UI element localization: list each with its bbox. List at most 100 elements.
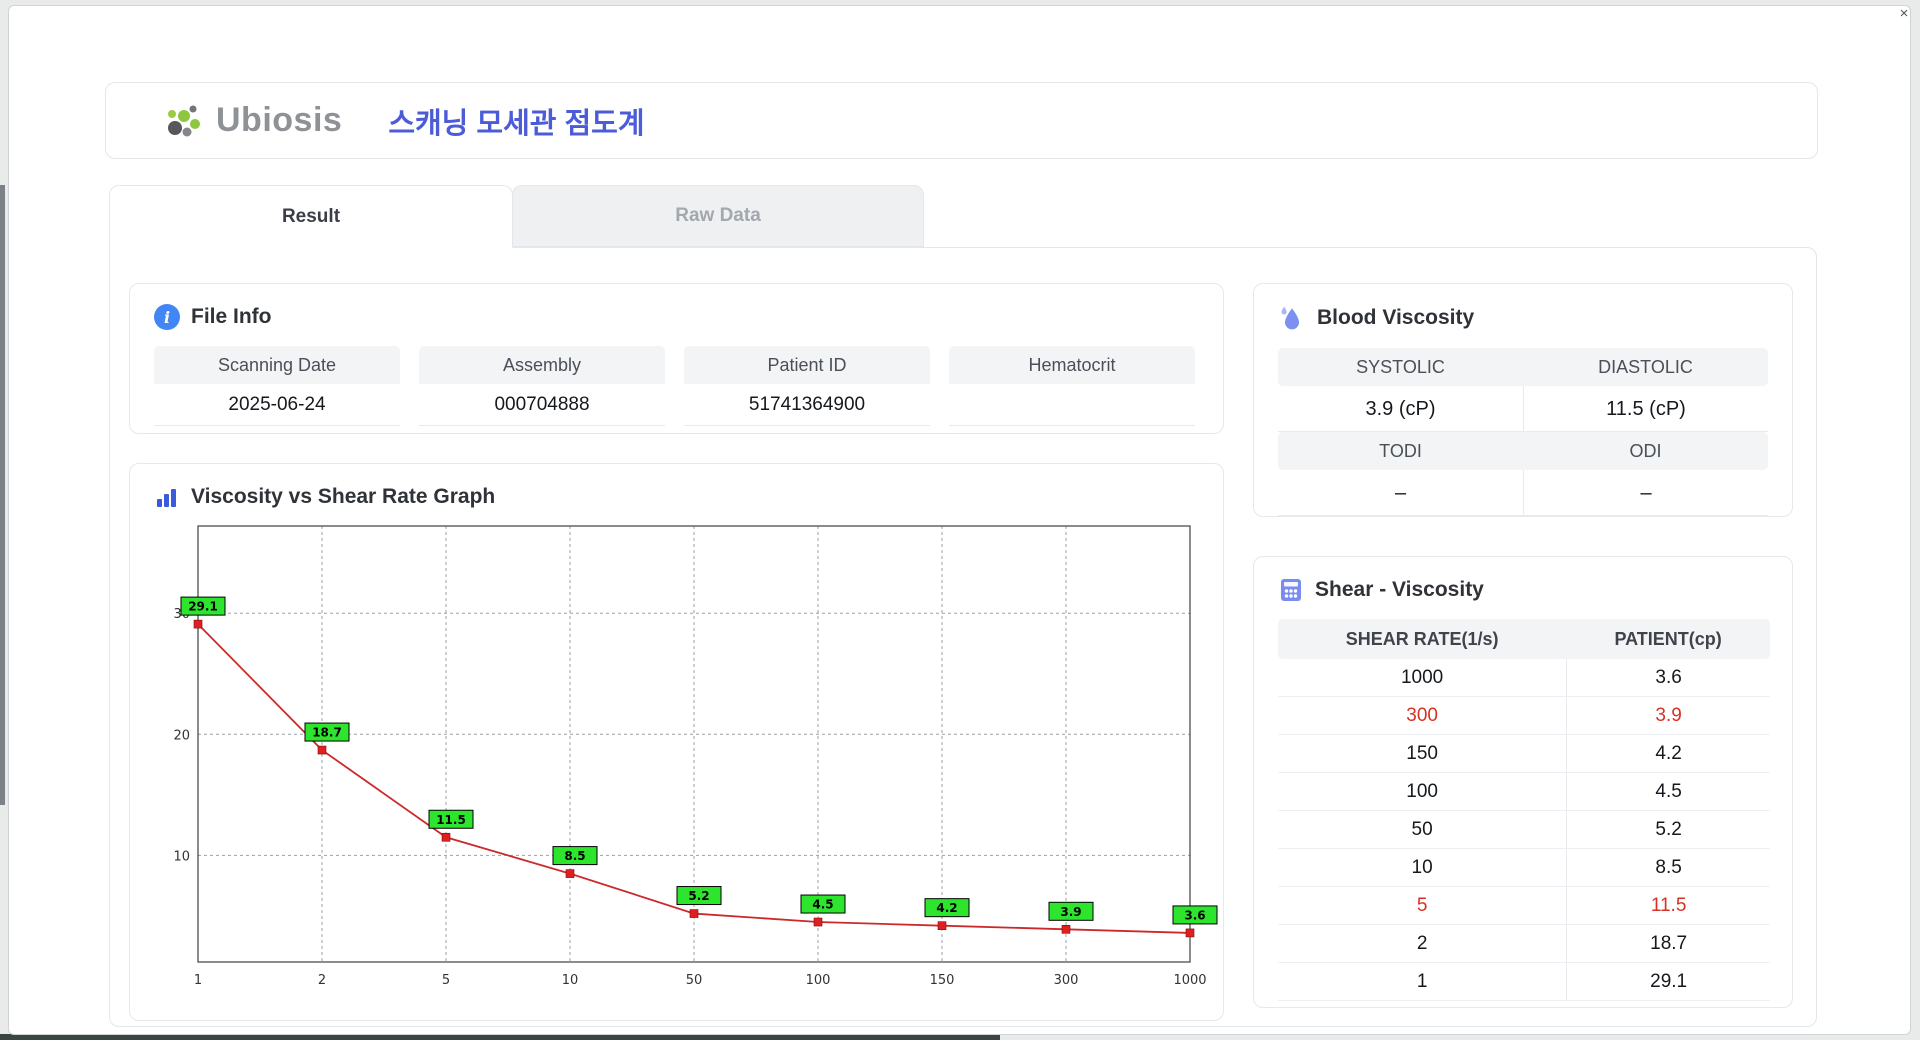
bv-header-row: SYSTOLIC DIASTOLIC — [1278, 348, 1768, 386]
patient-cell: 11.5 — [1566, 887, 1770, 925]
column-header: PATIENT(cp) — [1566, 619, 1770, 659]
field-label: Patient ID — [684, 346, 930, 384]
svg-text:8.5: 8.5 — [564, 849, 585, 863]
field-value: 51741364900 — [684, 384, 930, 426]
logo-text: Ubiosis — [216, 101, 343, 139]
header: Ubiosis 스캐닝 모세관 점도계 — [105, 82, 1818, 159]
tab-result[interactable]: Result — [109, 185, 513, 248]
svg-text:4.2: 4.2 — [936, 901, 957, 915]
bv-header-cell: DIASTOLIC — [1598, 357, 1693, 377]
shear-cell: 100 — [1278, 773, 1567, 811]
blood-viscosity-card: Blood Viscosity SYSTOLIC DIASTOLIC 3.9 (cP… — [1253, 283, 1793, 517]
patient-cell: 8.5 — [1566, 849, 1770, 887]
svg-text:5: 5 — [442, 973, 450, 988]
patient-cell: 3.9 — [1566, 697, 1770, 735]
blood-viscosity-grid: SYSTOLIC DIASTOLIC 3.9 (cP) 11.5 (cP) TODI OD… — [1278, 348, 1768, 516]
svg-text:100: 100 — [806, 973, 831, 988]
table-header-row: SHEAR RATE(1/s) PATIENT(cp) — [1278, 619, 1770, 659]
file-info-field: Patient ID 51741364900 — [684, 346, 930, 426]
table-row: 1000 3.6 — [1278, 659, 1770, 697]
shear-cell: 10 — [1278, 849, 1567, 887]
svg-text:11.5: 11.5 — [436, 813, 466, 827]
field-label: Scanning Date — [154, 346, 400, 384]
file-info-field: Assembly 000704888 — [419, 346, 665, 426]
file-info-field: Scanning Date 2025-06-24 — [154, 346, 400, 426]
shear-cell: 50 — [1278, 811, 1567, 849]
graph-title: Viscosity vs Shear Rate Graph — [191, 485, 496, 508]
table-row: 10 8.5 — [1278, 849, 1770, 887]
field-value — [949, 384, 1195, 426]
app-window: Ubiosis 스캐닝 모세관 점도계 Result Raw Data i Fi… — [8, 5, 1911, 1035]
file-info-title-row: i File Info — [154, 304, 1223, 330]
table-row: 2 18.7 — [1278, 925, 1770, 963]
patient-cell: 5.2 — [1566, 811, 1770, 849]
shear-viscosity-title: Shear - Viscosity — [1315, 578, 1484, 601]
bv-value-cell: 3.9 (cP) — [1278, 386, 1523, 432]
page-title: 스캐닝 모세관 점도계 — [388, 107, 645, 140]
graph-title-row: Viscosity vs Shear Rate Graph — [154, 484, 1223, 510]
field-label: Hematocrit — [949, 346, 1195, 384]
patient-cell: 4.2 — [1566, 735, 1770, 773]
bv-header-cell: ODI — [1629, 441, 1662, 461]
svg-text:3.6: 3.6 — [1184, 908, 1205, 922]
tab-bar: Result Raw Data — [109, 185, 924, 248]
desktop-artifact-left — [0, 185, 5, 805]
svg-text:50: 50 — [686, 973, 703, 988]
bv-header-cell: SYSTOLIC — [1356, 357, 1445, 377]
bv-value-cell: 11.5 (cP) — [1523, 386, 1768, 432]
svg-text:29.1: 29.1 — [188, 600, 218, 614]
svg-text:10: 10 — [562, 973, 579, 988]
bv-value-row: – – — [1278, 470, 1768, 516]
file-info-fields: Scanning Date 2025-06-24 Assembly 000704888… — [154, 346, 1223, 426]
viscosity-chart: 1251050100150300100010203029.118.711.58.… — [154, 518, 1223, 996]
patient-cell: 18.7 — [1566, 925, 1770, 963]
tab-raw-data[interactable]: Raw Data — [512, 185, 924, 247]
ubiosis-logo: Ubiosis — [162, 98, 342, 144]
svg-text:1: 1 — [194, 973, 202, 988]
close-icon[interactable]: × — [1894, 4, 1914, 24]
shear-viscosity-table: SHEAR RATE(1/s) PATIENT(cp) 1000 3.6 300 3.9 1… — [1278, 619, 1770, 1001]
graph-card: Viscosity vs Shear Rate Graph 1 2 5 10 50 100… — [129, 463, 1224, 1021]
field-value: 000704888 — [419, 384, 665, 426]
shear-cell: 1 — [1278, 963, 1567, 1001]
dots-cluster-icon — [168, 105, 200, 136]
blood-viscosity-title: Blood Viscosity — [1317, 306, 1475, 329]
file-info-card: i File Info Scanning Date 2025-06-24 Assem… — [129, 283, 1224, 434]
svg-text:10: 10 — [173, 849, 190, 864]
patient-cell: 3.6 — [1566, 659, 1770, 697]
bv-value-cell: – — [1278, 470, 1523, 516]
viscosity-chart-svg: 1251050100150300100010203029.118.711.58.… — [173, 525, 1218, 988]
bv-value-row: 3.9 (cP) 11.5 (cP) — [1278, 386, 1768, 432]
shear-cell: 300 — [1278, 697, 1567, 735]
shear-viscosity-card: Shear - Viscosity SHEAR RATE(1/s) PATIENT… — [1253, 556, 1793, 1008]
field-label: Assembly — [419, 346, 665, 384]
blood-viscosity-title-row: Blood Viscosity — [1278, 304, 1792, 332]
shear-cell: 150 — [1278, 735, 1567, 773]
shear-cell: 5 — [1278, 887, 1567, 925]
field-value: 2025-06-24 — [154, 384, 400, 426]
calculator-icon — [1281, 579, 1301, 601]
patient-cell: 4.5 — [1566, 773, 1770, 811]
shear-cell: 2 — [1278, 925, 1567, 963]
info-icon: i — [154, 304, 180, 330]
bar-chart-icon — [157, 489, 176, 507]
table-row: 100 4.5 — [1278, 773, 1770, 811]
table-row: 300 3.9 — [1278, 697, 1770, 735]
svg-text:3.9: 3.9 — [1060, 905, 1081, 919]
svg-text:2: 2 — [318, 973, 326, 988]
bv-header-row: TODI ODI — [1278, 432, 1768, 470]
svg-text:150: 150 — [930, 973, 955, 988]
column-header: SHEAR RATE(1/s) — [1278, 619, 1567, 659]
table-row: 50 5.2 — [1278, 811, 1770, 849]
svg-text:300: 300 — [1054, 973, 1079, 988]
table-row: 150 4.2 — [1278, 735, 1770, 773]
shear-viscosity-title-row: Shear - Viscosity — [1278, 577, 1792, 603]
svg-text:4.5: 4.5 — [812, 898, 833, 912]
shear-cell: 1000 — [1278, 659, 1567, 697]
file-info-title: File Info — [191, 305, 272, 328]
file-info-field: Hematocrit — [949, 346, 1195, 426]
svg-text:5.2: 5.2 — [688, 889, 709, 903]
svg-text:18.7: 18.7 — [312, 726, 342, 740]
svg-text:1000: 1000 — [1173, 973, 1206, 988]
tab-content: i File Info Scanning Date 2025-06-24 Assem… — [109, 247, 1817, 1027]
